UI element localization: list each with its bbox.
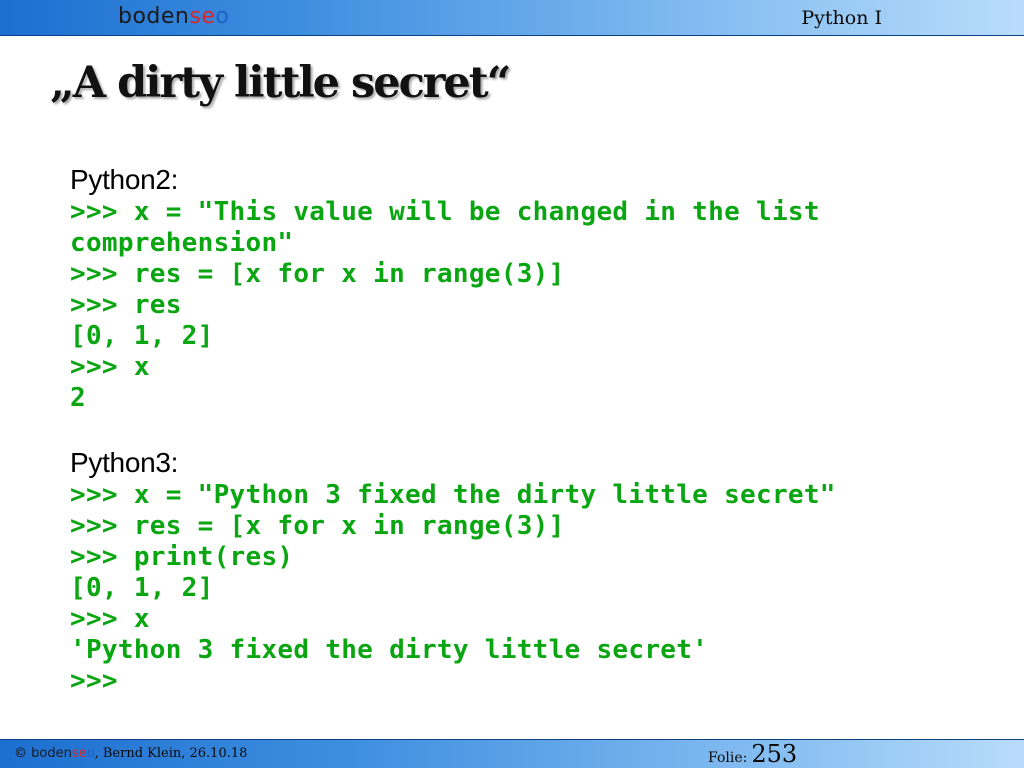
slide-number-block: Folie: 253 — [708, 740, 797, 768]
slide-title: „A dirty little secret“ — [50, 58, 511, 108]
copyright-symbol: © — [14, 746, 27, 761]
logo-part-o: o — [215, 4, 230, 29]
footer-logo: bodenseo — [31, 746, 94, 761]
code-line: 'Python 3 fixed the dirty little secret' — [70, 635, 709, 665]
course-title: Python I — [801, 7, 882, 29]
code-line: >>> x — [70, 604, 150, 634]
header-bar: bodenseo Python I — [0, 0, 1024, 36]
code-line: >>> res = [x for x in range(3)] — [70, 511, 565, 541]
footer-credit: © bodenseo, Bernd Klein, 26.10.18 — [14, 746, 247, 761]
slide-content: Python2: >>> x = "This value will be cha… — [70, 163, 1010, 697]
code-line: >>> res — [70, 290, 182, 320]
code-line: [0, 1, 2] — [70, 321, 214, 351]
code-line: >>> print(res) — [70, 542, 294, 572]
code-line: comprehension" — [70, 228, 294, 258]
python2-label: Python2: — [70, 164, 179, 195]
footer-bar: © bodenseo, Bernd Klein, 26.10.18 Folie:… — [0, 739, 1024, 768]
footer-logo-part-o: o — [86, 746, 95, 761]
logo-part-boden: boden — [118, 4, 190, 29]
footer-logo-part-se: se — [71, 746, 87, 761]
code-line: 2 — [70, 383, 86, 413]
code-line: >>> x — [70, 352, 150, 382]
python3-label: Python3: — [70, 447, 179, 478]
author-date: , Bernd Klein, 26.10.18 — [94, 746, 248, 761]
footer-logo-part-boden: boden — [31, 746, 72, 761]
code-line: >>> x = "This value will be changed in t… — [70, 197, 820, 227]
logo-part-se: se — [189, 4, 216, 29]
code-line: >>> — [70, 666, 118, 696]
folie-label: Folie: — [708, 750, 748, 766]
slide-number: 253 — [751, 740, 798, 768]
code-line: >>> res = [x for x in range(3)] — [70, 259, 565, 289]
bodenseo-logo: bodenseo — [118, 3, 229, 31]
code-line: [0, 1, 2] — [70, 573, 214, 603]
code-line: >>> x = "Python 3 fixed the dirty little… — [70, 480, 836, 510]
